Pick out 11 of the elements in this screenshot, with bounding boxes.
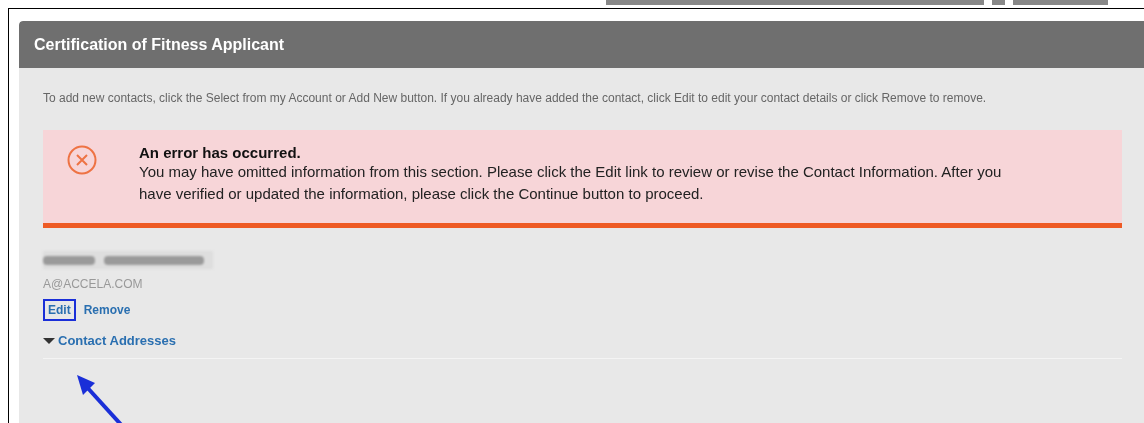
error-title: An error has occurred. <box>139 144 302 161</box>
contact-action-link[interactable]: Edit <box>43 299 76 321</box>
contact-email: A@ACCELA.COM <box>43 277 144 291</box>
instructions-text: To add new contacts, click the Select from my Account or Add New button. If you already have added the contact, click Edit to edit your contact details or click Remove to remove. <box>43 90 988 107</box>
expand-triangle-icon[interactable] <box>43 337 55 344</box>
error-icon <box>67 145 97 175</box>
contact-action-link[interactable]: Remove <box>78 299 136 321</box>
panel-title: Certification of Fitness Applicant <box>34 35 285 54</box>
contact-addresses-link[interactable]: Contact Addresses <box>58 333 176 348</box>
highlight-bar <box>992 0 1005 5</box>
error-message: You may have omitted information from this section. Please click the Edit link to review or revise the Contact Information. After you have verified or updated the information, please click the Continue button to proceed. <box>139 162 1003 204</box>
